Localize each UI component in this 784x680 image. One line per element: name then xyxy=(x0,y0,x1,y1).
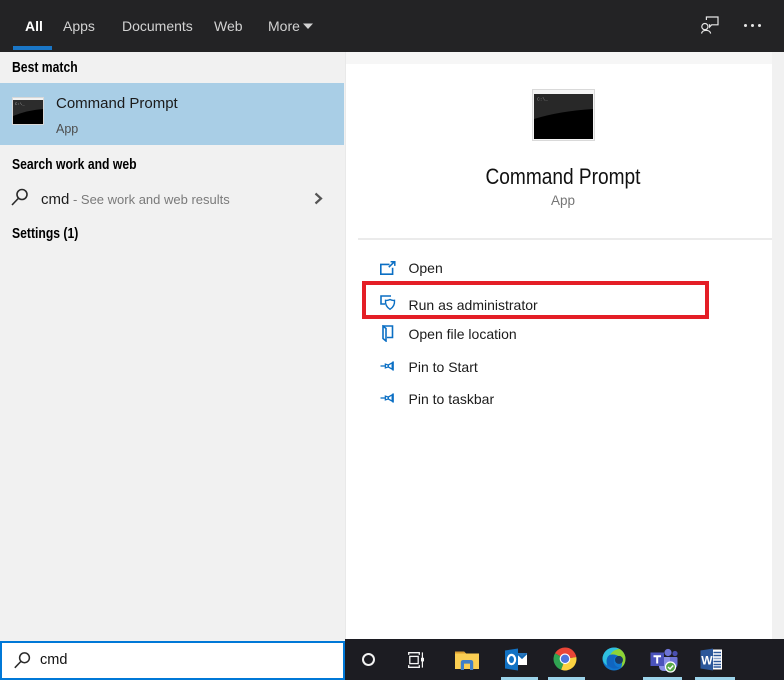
svg-text:C:\_: C:\_ xyxy=(537,97,548,103)
svg-text:C:\_: C:\_ xyxy=(15,102,25,107)
svg-text:W: W xyxy=(701,654,713,668)
